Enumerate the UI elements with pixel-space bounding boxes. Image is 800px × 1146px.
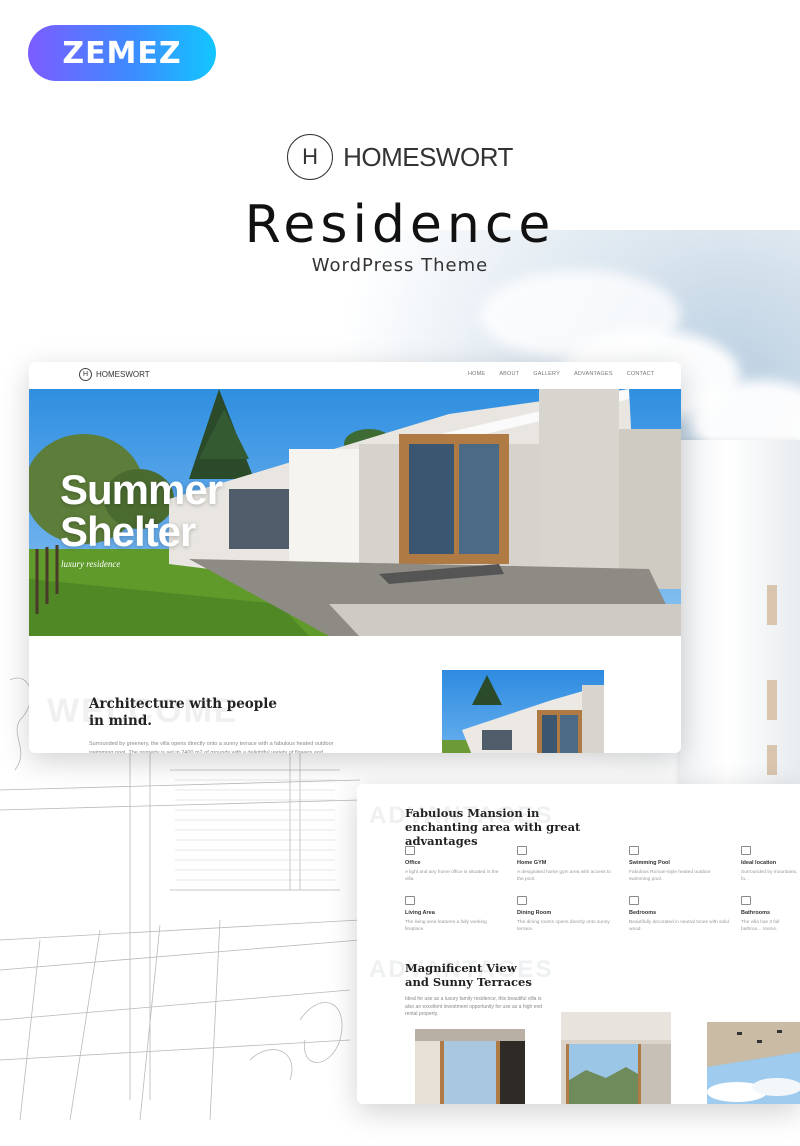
preview-logo-text: HOMESWORT [96, 370, 150, 379]
preview-logo-mark-icon: H [79, 368, 92, 381]
preview-menu-home[interactable]: HOME [468, 371, 485, 377]
preview-menu-contact[interactable]: CONTACT [627, 371, 655, 377]
feature-gym: Home GYM A designated home gym area with… [517, 846, 617, 883]
zemez-logo[interactable]: ZEMEZ [28, 25, 216, 81]
feature-title: Bathrooms [741, 910, 771, 916]
feature-title: Bedrooms [629, 910, 657, 916]
theme-preview-advantages: ADVANTAGES Fabulous Mansion in enchantin… [357, 784, 800, 1104]
location-icon [741, 846, 751, 855]
feature-title: Living Area [405, 910, 435, 916]
welcome-paragraph: Surrounded by greenery, the villa opens … [89, 741, 334, 753]
feature-living: Living Area The living area features a f… [405, 896, 505, 933]
feature-title: Dining Room [517, 910, 552, 916]
preview-menu-gallery[interactable]: GALLERY [533, 371, 560, 377]
brand-name: HOMESWORT [343, 141, 513, 172]
theme-preview-homepage: H HOMESWORT HOME ABOUT GALLERY ADVANTAGE… [29, 362, 681, 753]
preview-menu: HOME ABOUT GALLERY ADVANTAGES CONTACT [468, 371, 654, 377]
feature-bedrooms: Bedrooms Beautifully decorated in neutra… [629, 896, 729, 933]
feature-title: Home GYM [517, 860, 547, 866]
brand-mark-icon: H [287, 134, 334, 180]
feature-desc: The living area features a fully working… [405, 920, 487, 932]
terrace-photo [707, 1022, 800, 1104]
bed-icon [629, 896, 639, 905]
feature-location: Ideal location Surrounded by mountains, … [741, 846, 800, 883]
feature-desc: A designated home gym area with access t… [517, 870, 611, 882]
feature-desc: The villa has 3 full bathroo... rooms. [741, 920, 780, 932]
page-title: Residence [244, 195, 556, 255]
views-heading: Magnificent View and Sunny Terraces [405, 961, 532, 989]
preview-logo[interactable]: H HOMESWORT [79, 368, 150, 381]
feature-desc: Surrounded by mountains, fo... [741, 870, 798, 882]
feature-pool: Swimming Pool Fabulous Roman-style heate… [629, 846, 729, 883]
interior-photo-2 [561, 1012, 671, 1104]
feature-desc: Beautifully decorated in neutral tones w… [629, 920, 729, 932]
page-subtitle: WordPress Theme [311, 255, 489, 276]
feature-desc: A light and airy home office is situated… [405, 870, 499, 882]
feature-title: Swimming Pool [629, 860, 670, 866]
dining-icon [517, 896, 527, 905]
office-icon [405, 846, 415, 855]
hero-banner: Summer Shelter luxury residence [29, 389, 681, 636]
pool-icon [629, 846, 639, 855]
advantages-heading: Fabulous Mansion in enchanting area with… [405, 806, 581, 848]
feature-desc: Fabulous Roman-style heated outdoor swim… [629, 870, 711, 882]
views-paragraph: Ideal for use as a luxury family residen… [405, 996, 543, 1017]
hero-title: Summer Shelter [60, 466, 223, 555]
feature-office: Office A light and airy home office is s… [405, 846, 505, 883]
cloud [480, 270, 680, 360]
building-window [767, 585, 777, 625]
feature-title: Ideal location [741, 860, 777, 866]
hero-subtitle: luxury residence [61, 559, 121, 569]
feature-title: Office [405, 860, 421, 866]
sofa-icon [405, 896, 415, 905]
preview-menu-about[interactable]: ABOUT [499, 371, 519, 377]
bath-icon [741, 896, 751, 905]
feature-desc: The dining rooms opens directly onto sun… [517, 920, 610, 932]
welcome-heading: Architecture with people in mind. [89, 696, 277, 729]
preview-navbar: H HOMESWORT HOME ABOUT GALLERY ADVANTAGE… [29, 362, 681, 389]
preview-menu-advantages[interactable]: ADVANTAGES [574, 371, 613, 377]
gym-icon [517, 846, 527, 855]
brand-logo: H HOMESWORT [0, 134, 800, 180]
feature-bathrooms: Bathrooms The villa has 3 full bathroo..… [741, 896, 800, 933]
welcome-house-thumbnail [442, 670, 604, 753]
feature-dining: Dining Room The dining rooms opens direc… [517, 896, 617, 933]
interior-photo-1 [415, 1029, 525, 1104]
